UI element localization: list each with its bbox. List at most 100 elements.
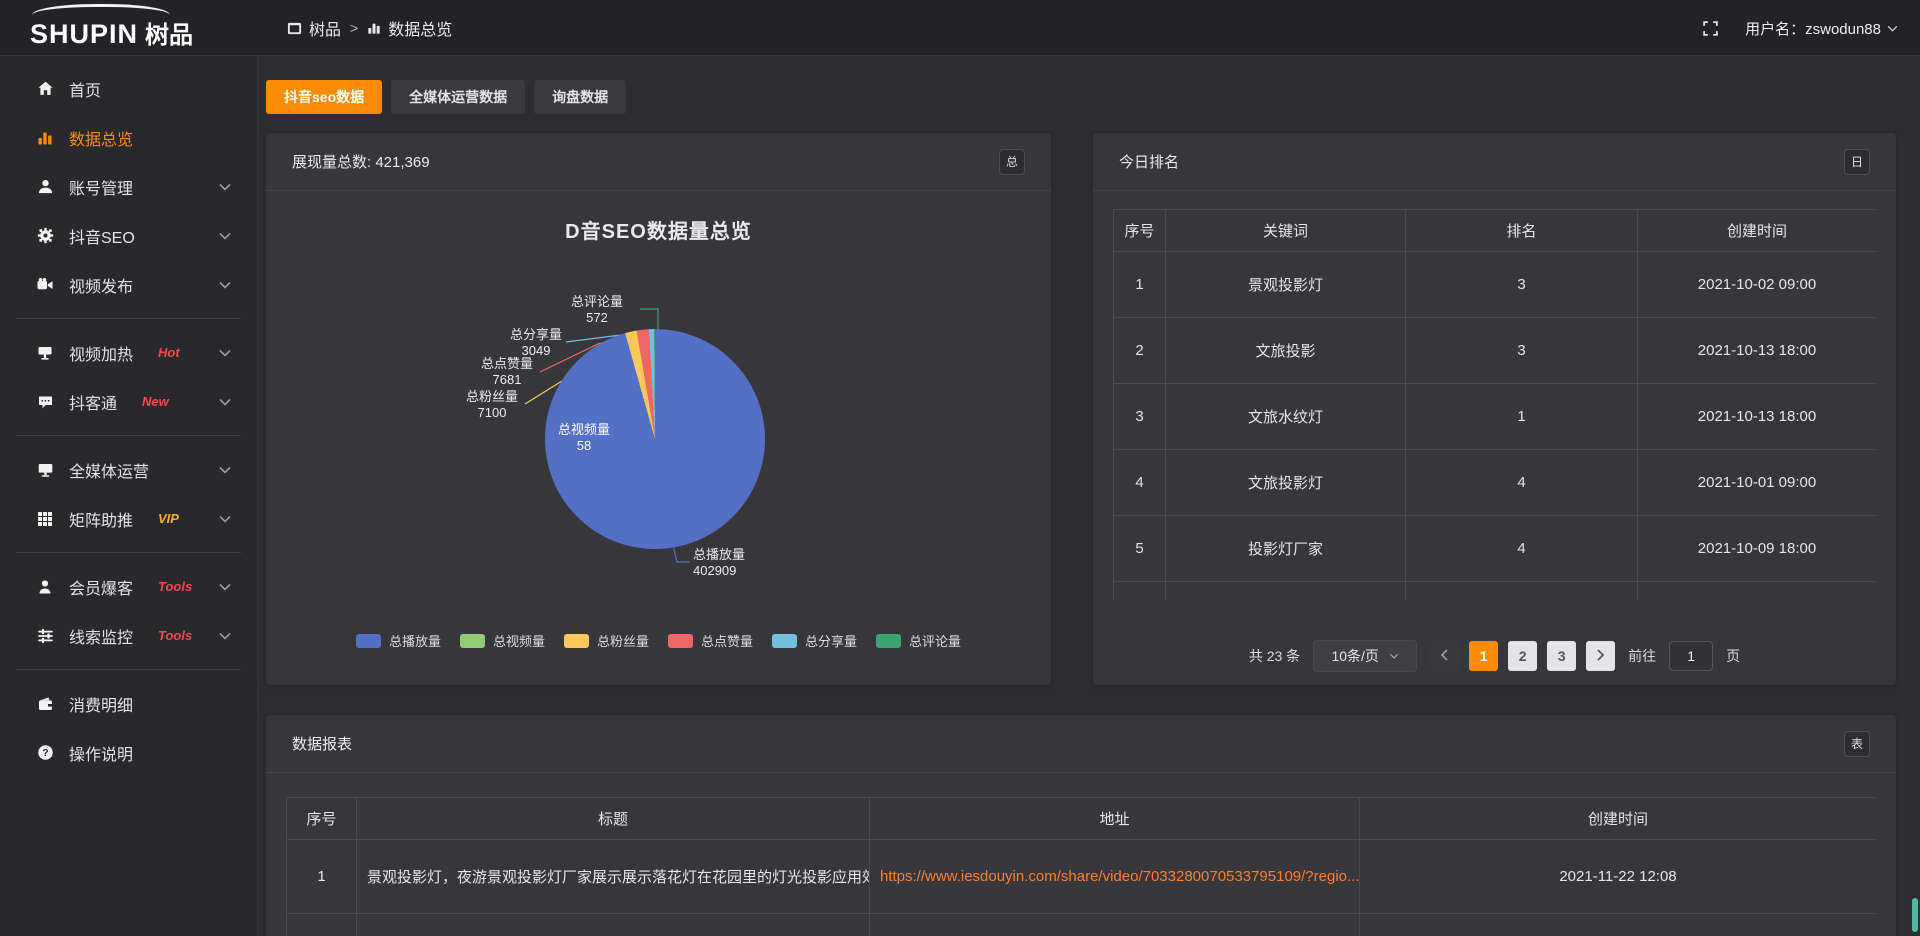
table-view-button[interactable]: 表 — [1844, 731, 1870, 757]
scrollbar-thumb[interactable] — [1912, 898, 1918, 932]
chevron-down-icon — [219, 349, 231, 357]
sidebar-item-badge: Hot — [158, 345, 180, 360]
column-header: 序号 — [287, 798, 357, 840]
sidebar-item-label: 视频发布 — [69, 273, 133, 297]
sidebar-divider — [16, 318, 241, 319]
pie-label-likes: 总点赞量7681 — [476, 356, 538, 388]
legend-swatch — [356, 634, 381, 648]
table-cell — [1638, 582, 1877, 601]
sidebar-item-6[interactable]: 抖客通New — [0, 377, 257, 426]
video-link[interactable]: https://www.iesdouyin.com/share/video/70… — [880, 868, 1360, 885]
user-menu[interactable]: 用户名：zswodun88 — [1745, 18, 1898, 39]
table-cell: 1 — [1114, 252, 1166, 318]
sidebar-item-5[interactable]: 视频加热Hot — [0, 328, 257, 377]
sidebar-item-8[interactable]: 矩阵助推VIP — [0, 494, 257, 543]
breadcrumb-current[interactable]: 数据总览 — [367, 16, 452, 40]
sidebar-item-9[interactable]: 会员爆客Tools — [0, 562, 257, 611]
page-size-select[interactable]: 10条/页 — [1313, 640, 1417, 672]
pager-page-button-1[interactable]: 1 — [1469, 641, 1498, 671]
chevron-down-icon — [219, 183, 231, 191]
sidebar-divider — [16, 435, 241, 436]
sidebar-item-label: 消费明细 — [69, 692, 133, 716]
sidebar-item-label: 抖客通 — [69, 390, 117, 414]
pager-page-button-3[interactable]: 3 — [1547, 641, 1576, 671]
chart-title: D音SEO数据量总览 — [266, 215, 1051, 244]
sidebar: 首页数据总览账号管理抖音SEO 视频发布视频加热Hot抖客通New 全媒体运营矩阵助… — [0, 56, 258, 936]
pager-page-button-2[interactable]: 2 — [1508, 641, 1537, 671]
table-row: 3文旅水纹灯12021-10-13 18:00 — [1114, 384, 1877, 450]
legend-swatch — [564, 634, 589, 648]
legend-label: 总评论量 — [909, 631, 961, 650]
table-cell: 3 — [1406, 318, 1638, 384]
legend-item-2[interactable]: 总粉丝量 — [564, 631, 649, 650]
sidebar-item-1[interactable]: 数据总览 — [0, 113, 257, 162]
legend-item-0[interactable]: 总播放量 — [356, 631, 441, 650]
goto-page-input[interactable] — [1669, 641, 1713, 671]
chevron-down-icon — [219, 583, 231, 591]
legend-item-4[interactable]: 总分享量 — [772, 631, 857, 650]
column-header: 关键词 — [1166, 210, 1406, 252]
breadcrumb-home[interactable]: 树品 — [287, 16, 341, 40]
sliders-icon — [36, 628, 54, 644]
total-view-button[interactable]: 总 — [999, 149, 1025, 175]
sidebar-item-3[interactable]: 抖音SEO — [0, 211, 257, 260]
rank-table-wrap: 序号关键词排名创建时间1景观投影灯32021-10-02 09:002文旅投影3… — [1113, 209, 1876, 600]
sidebar-item-10[interactable]: 线索监控Tools — [0, 611, 257, 660]
monitor-icon — [36, 462, 54, 478]
legend-item-3[interactable]: 总点赞量 — [668, 631, 753, 650]
table-cell: 4 — [1406, 516, 1638, 582]
daily-view-button[interactable]: 日 — [1844, 149, 1870, 175]
table-cell: 景观投影灯，夜游景观投影灯厂家展示展示落花灯在花园里的灯光投影应用效果 # — [357, 840, 870, 914]
sidebar-item-label: 会员爆客 — [69, 575, 133, 599]
table-cell — [1114, 582, 1166, 601]
chevron-down-icon — [1389, 653, 1399, 659]
column-header: 序号 — [1114, 210, 1166, 252]
breadcrumb-label: 树品 — [309, 16, 341, 40]
sidebar-item-badge: VIP — [158, 511, 179, 526]
sidebar-item-2[interactable]: 账号管理 — [0, 162, 257, 211]
pie-label-shares: 总分享量3049 — [506, 327, 566, 359]
sidebar-item-label: 首页 — [69, 77, 101, 101]
tab-button-0[interactable]: 抖音seo数据 — [266, 80, 382, 114]
tab-button-1[interactable]: 全媒体运营数据 — [391, 80, 525, 114]
sidebar-item-12[interactable]: ?操作说明 — [0, 728, 257, 777]
chevron-down-icon — [219, 281, 231, 289]
logo-text-cn: 树品 — [145, 15, 193, 50]
pie-chart-area: D音SEO数据量总览 总评论量572 总分享量3049 总点赞量7681 总粉丝… — [266, 191, 1051, 684]
logo-text-en: SHUPIN — [30, 19, 138, 50]
sidebar-item-0[interactable]: 首页 — [0, 64, 257, 113]
fullscreen-icon[interactable] — [1702, 20, 1719, 37]
video-camera-icon — [36, 277, 54, 293]
top-bar: SHUPIN 树品 树品 > 数据总览 用户名：zswodun88 — [0, 0, 1920, 56]
table-row: 1景观投影灯32021-10-02 09:00 — [1114, 252, 1877, 318]
rank-table: 序号关键词排名创建时间1景观投影灯32021-10-02 09:002文旅投影3… — [1113, 209, 1876, 600]
legend-item-5[interactable]: 总评论量 — [876, 631, 961, 650]
legend-swatch — [668, 634, 693, 648]
chevron-down-icon — [1887, 25, 1898, 32]
table-cell: 3 — [1114, 384, 1166, 450]
legend-item-1[interactable]: 总视频量 — [460, 631, 545, 650]
user-icon — [36, 178, 54, 195]
table-cell: 景观投影灯 — [1166, 252, 1406, 318]
grid-icon — [36, 511, 54, 527]
sidebar-item-4[interactable]: 视频发布 — [0, 260, 257, 309]
chevron-down-icon — [219, 632, 231, 640]
table-cell: 2 — [1114, 318, 1166, 384]
sidebar-item-11[interactable]: 消费明细 — [0, 679, 257, 728]
chevron-down-icon — [219, 466, 231, 474]
page-size-value: 10条/页 — [1331, 646, 1378, 666]
table-row — [1114, 582, 1877, 601]
table-cell — [1360, 914, 1877, 936]
table-cell: 文旅投影灯 — [1166, 450, 1406, 516]
table-cell: 2021-11-22 12:08 — [1360, 840, 1877, 914]
sidebar-item-7[interactable]: 全媒体运营 — [0, 445, 257, 494]
table-cell — [357, 914, 870, 936]
tab-button-2[interactable]: 询盘数据 — [534, 80, 626, 114]
breadcrumb-separator: > — [350, 20, 358, 36]
table-header-row: 序号标题地址创建时间 — [287, 798, 1877, 840]
report-table: 序号标题地址创建时间1景观投影灯，夜游景观投影灯厂家展示展示落花灯在花园里的灯光… — [286, 797, 1876, 936]
pager-next-button[interactable] — [1586, 641, 1615, 671]
pager-prev-button[interactable] — [1430, 641, 1459, 671]
legend-swatch — [876, 634, 901, 648]
legend-label: 总分享量 — [805, 631, 857, 650]
